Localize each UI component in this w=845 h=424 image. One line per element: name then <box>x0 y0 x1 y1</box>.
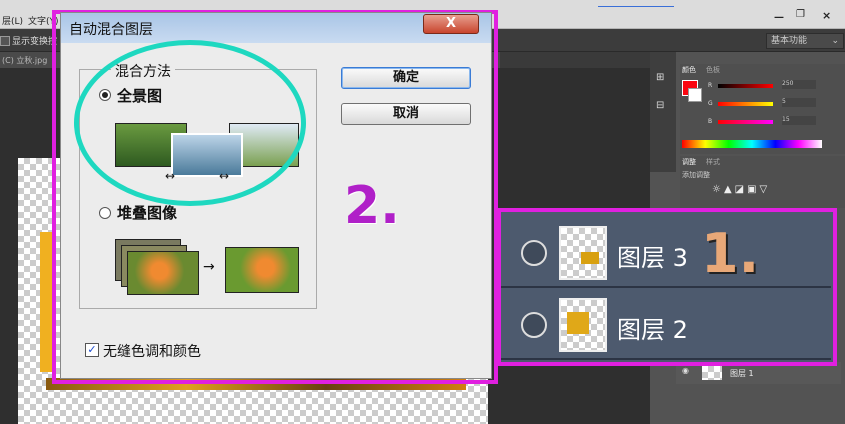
restore-icon[interactable]: ❐ <box>796 9 805 20</box>
minimize-icon[interactable]: — <box>774 12 784 23</box>
tab-swatches[interactable]: 色板 <box>706 65 720 75</box>
adjustments-panel: 调整 样式 添加调整 ☼▲◪▣▽ <box>680 156 845 208</box>
close-icon: X <box>445 16 457 31</box>
g-slider[interactable] <box>718 102 773 106</box>
highlight-line <box>598 6 674 7</box>
stack-images-label: 堆叠图像 <box>117 204 178 222</box>
layer-name-3: 图层 3 <box>617 244 688 272</box>
r-label: R <box>708 82 713 89</box>
eye-icon[interactable] <box>521 312 547 338</box>
r-value[interactable]: 250 <box>782 80 816 89</box>
layer-row-2[interactable]: 图层 2 <box>501 290 831 360</box>
workspace-value: 基本功能 <box>771 36 808 46</box>
color-panel: 颜色 色板 R 250 G 5 B 15 <box>680 64 845 154</box>
b-value[interactable]: 15 <box>782 116 816 125</box>
layer-name-small: 图层 1 <box>730 369 754 378</box>
cancel-button[interactable]: 取消 <box>341 103 471 125</box>
seamless-label: 无缝色调和颜色 <box>103 344 201 360</box>
layer-thumb-2 <box>559 298 607 352</box>
eye-icon[interactable] <box>521 240 547 266</box>
close-app-icon[interactable]: × <box>822 9 831 22</box>
tab-adjustments[interactable]: 调整 <box>682 157 696 167</box>
dialog-title: 自动混合图层 <box>69 22 153 38</box>
g-label: G <box>708 100 713 107</box>
canvas-image-edge-left <box>40 232 52 372</box>
adjustment-icons[interactable]: ☼▲◪▣▽ <box>712 184 770 195</box>
seamless-checkbox[interactable]: ✓ <box>85 343 99 357</box>
panorama-highlight-ellipse <box>74 40 306 206</box>
ok-button-label: 确定 <box>392 70 419 85</box>
step-2-annotation: 2. <box>344 176 400 236</box>
history-icon[interactable]: ⊞ <box>656 72 664 83</box>
layer-thumb-small <box>702 366 722 380</box>
stack-preview-result <box>225 247 299 293</box>
workspace-select[interactable]: 基本功能 ⌄ <box>766 33 844 49</box>
document-tab-title: (C) 立秋.jpg <box>2 56 48 65</box>
background-swatch[interactable] <box>688 88 702 102</box>
b-label: B <box>708 118 713 125</box>
chevron-down-icon: ⌄ <box>831 36 839 46</box>
panel-dock: ⊞ ⊟ <box>650 52 676 172</box>
tab-styles[interactable]: 样式 <box>706 157 720 167</box>
stack-images-radio[interactable] <box>99 207 111 219</box>
show-transform-checkbox[interactable] <box>0 36 10 46</box>
layer-name-2: 图层 2 <box>617 316 688 344</box>
arrow-right-icon: → <box>203 259 215 275</box>
dialog-titlebar: 自动混合图层 X <box>61 13 491 43</box>
r-slider[interactable] <box>718 84 773 88</box>
dialog-close-button[interactable]: X <box>423 14 479 34</box>
eye-icon[interactable]: ◉ <box>682 366 689 375</box>
layers-zoom-callout: 图层 3 图层 2 1. <box>497 208 837 366</box>
layer-row-3[interactable]: 图层 3 <box>501 218 831 288</box>
tab-color[interactable]: 颜色 <box>682 65 696 75</box>
ok-button[interactable]: 确定 <box>341 67 471 89</box>
cancel-button-label: 取消 <box>392 106 419 121</box>
g-value[interactable]: 5 <box>782 98 816 107</box>
layer-thumb-3 <box>559 226 607 280</box>
stack-preview-front <box>127 251 199 295</box>
properties-icon[interactable]: ⊟ <box>656 100 664 111</box>
show-transform-label: 显示变换控 <box>12 37 58 47</box>
color-ramp[interactable] <box>682 140 822 148</box>
menu-layer[interactable]: 层(L) <box>2 14 23 27</box>
add-adjustment-label: 添加调整 <box>682 171 710 179</box>
b-slider[interactable] <box>718 120 773 124</box>
step-1-annotation: 1. <box>701 222 760 285</box>
